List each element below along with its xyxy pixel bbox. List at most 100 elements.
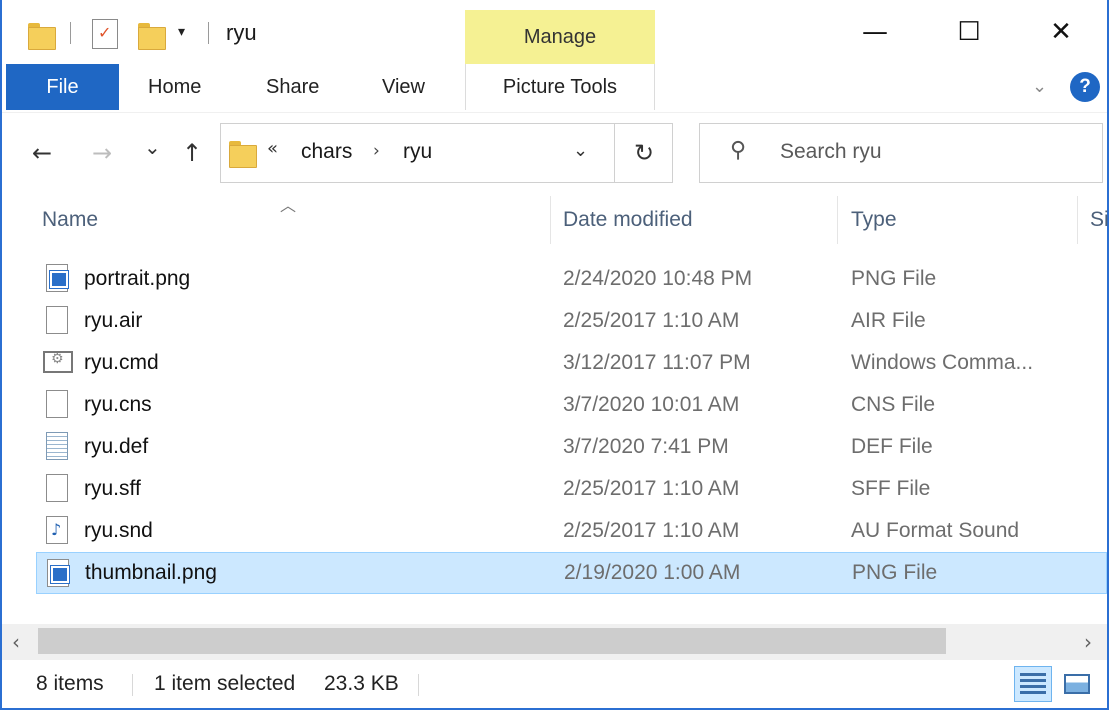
file-date: 3/7/2020 7:41 PM xyxy=(563,435,729,458)
column-divider[interactable] xyxy=(550,196,551,244)
file-row[interactable]: ryu.snd 2/25/2017 1:10 AM AU Format Soun… xyxy=(36,510,1107,552)
scrollbar-thumb[interactable] xyxy=(38,628,946,654)
close-button[interactable]: ✕ xyxy=(1038,14,1084,50)
file-name: ryu.cmd xyxy=(84,351,159,374)
minimize-button[interactable]: — xyxy=(852,14,898,50)
file-row-selected[interactable]: thumbnail.png 2/19/2020 1:00 AM PNG File xyxy=(36,552,1107,594)
file-date: 2/25/2017 1:10 AM xyxy=(563,477,740,500)
search-box[interactable]: ⚲ xyxy=(699,123,1103,183)
qa-divider xyxy=(208,22,209,44)
breadcrumb-ryu[interactable]: ryu xyxy=(403,140,432,164)
column-divider[interactable] xyxy=(1077,196,1078,244)
folder-icon xyxy=(28,16,56,52)
help-icon[interactable]: ? xyxy=(1070,72,1100,102)
tab-home[interactable]: Home xyxy=(148,76,201,99)
breadcrumb-separator-icon[interactable]: › xyxy=(373,141,380,161)
selection-size: 23.3 KB xyxy=(324,672,399,695)
file-name: ryu.def xyxy=(84,435,149,458)
file-type: SFF File xyxy=(851,477,931,500)
file-date: 3/12/2017 11:07 PM xyxy=(563,351,751,374)
command-file-icon xyxy=(43,351,73,373)
maximize-button[interactable]: ☐ xyxy=(946,14,992,50)
new-folder-icon[interactable] xyxy=(138,16,166,52)
file-name: ryu.snd xyxy=(84,519,153,542)
status-divider xyxy=(132,674,133,696)
details-view-button[interactable] xyxy=(1014,666,1052,702)
up-arrow-icon[interactable]: ↑ xyxy=(182,139,202,167)
file-row[interactable]: ryu.air 2/25/2017 1:10 AM AIR File xyxy=(36,300,1107,342)
recent-locations-chevron-icon[interactable]: ⌄ xyxy=(144,135,161,159)
selection-count: 1 item selected xyxy=(154,672,296,695)
status-bar: 8 items 1 item selected 23.3 KB xyxy=(2,662,1107,708)
address-bar[interactable]: « chars › ryu ⌄ ↻ xyxy=(220,123,673,183)
column-size[interactable]: Si xyxy=(1090,208,1109,232)
file-date: 2/25/2017 1:10 AM xyxy=(563,309,740,332)
customize-qa-icon[interactable]: ▾ xyxy=(178,24,185,40)
expand-ribbon-chevron-icon[interactable]: ⌄ xyxy=(1032,76,1047,97)
large-icons-view-button[interactable] xyxy=(1058,666,1096,702)
column-type[interactable]: Type xyxy=(851,208,897,232)
tab-view[interactable]: View xyxy=(382,76,425,99)
explorer-window: ▾ ryu Manage — ☐ ✕ File Home Share View … xyxy=(0,0,1109,710)
file-type: AIR File xyxy=(851,309,926,332)
file-row[interactable]: ryu.cmd 3/12/2017 11:07 PM Windows Comma… xyxy=(36,342,1107,384)
manage-label: Manage xyxy=(523,26,597,48)
file-row[interactable]: portrait.png 2/24/2020 10:48 PM PNG File xyxy=(36,258,1107,300)
file-row[interactable]: ryu.def 3/7/2020 7:41 PM DEF File xyxy=(36,426,1107,468)
file-row[interactable]: ryu.sff 2/25/2017 1:10 AM SFF File xyxy=(36,468,1107,510)
file-date: 2/19/2020 1:00 AM xyxy=(564,561,741,584)
properties-icon[interactable] xyxy=(92,19,118,49)
breadcrumb-chars[interactable]: chars xyxy=(301,140,352,164)
image-file-icon xyxy=(46,264,69,292)
address-dropdown-icon[interactable]: ⌄ xyxy=(573,140,588,161)
blank-file-icon xyxy=(46,390,68,418)
refresh-button[interactable]: ↻ xyxy=(614,124,673,182)
file-name: ryu.cns xyxy=(84,393,152,416)
tab-file[interactable]: File xyxy=(6,64,119,110)
forward-arrow-icon[interactable]: → xyxy=(92,139,112,167)
scroll-right-icon[interactable]: › xyxy=(1084,630,1092,654)
file-date: 2/24/2020 10:48 PM xyxy=(563,267,753,290)
blank-file-icon xyxy=(46,306,68,334)
search-input[interactable] xyxy=(780,140,1080,164)
blank-file-icon xyxy=(46,474,68,502)
file-type: DEF File xyxy=(851,435,933,458)
file-date: 3/7/2020 10:01 AM xyxy=(563,393,740,416)
sort-ascending-icon: ︿ xyxy=(280,196,297,215)
file-type: AU Format Sound xyxy=(851,519,1020,542)
horizontal-scrollbar[interactable]: ‹ › xyxy=(2,624,1107,660)
qa-divider xyxy=(70,22,71,44)
scroll-left-icon[interactable]: ‹ xyxy=(12,630,20,654)
file-type: CNS File xyxy=(851,393,936,416)
file-type: PNG File xyxy=(851,267,937,290)
picture-tools-label: Picture Tools xyxy=(502,76,618,98)
column-name[interactable]: Name xyxy=(42,208,98,232)
window-title: ryu xyxy=(226,20,257,45)
breadcrumb-overflow-icon[interactable]: « xyxy=(267,138,278,159)
file-name: portrait.png xyxy=(84,267,191,290)
file-type: Windows Comma... xyxy=(851,351,1034,374)
sound-file-icon xyxy=(46,516,68,544)
title-bar: ▾ ryu Manage — ☐ ✕ xyxy=(2,0,1107,64)
status-divider xyxy=(418,674,419,696)
file-type: PNG File xyxy=(852,561,938,584)
details-view-icon xyxy=(1020,673,1046,695)
ribbon-tabs: File Home Share View Picture Tools ⌄ ? xyxy=(2,64,1107,110)
tab-share[interactable]: Share xyxy=(266,76,319,99)
item-count: 8 items xyxy=(36,672,104,695)
navigation-bar: ← → ⌄ ↑ « chars › ryu ⌄ ↻ ⚲ xyxy=(2,112,1107,190)
tab-picture-tools[interactable]: Picture Tools xyxy=(465,64,655,110)
column-date-modified[interactable]: Date modified xyxy=(563,208,693,232)
manage-tab[interactable]: Manage xyxy=(465,10,655,64)
column-divider[interactable] xyxy=(837,196,838,244)
back-arrow-icon[interactable]: ← xyxy=(32,139,52,167)
large-icons-view-icon xyxy=(1064,674,1090,694)
file-name: ryu.air xyxy=(84,309,143,332)
folder-icon xyxy=(229,138,257,168)
search-icon: ⚲ xyxy=(730,138,747,163)
file-name: ryu.sff xyxy=(84,477,141,500)
file-name: thumbnail.png xyxy=(85,561,217,584)
column-header: ︿ Name Date modified Type Si xyxy=(2,192,1109,252)
file-row[interactable]: ryu.cns 3/7/2020 10:01 AM CNS File xyxy=(36,384,1107,426)
image-file-icon xyxy=(47,559,70,587)
